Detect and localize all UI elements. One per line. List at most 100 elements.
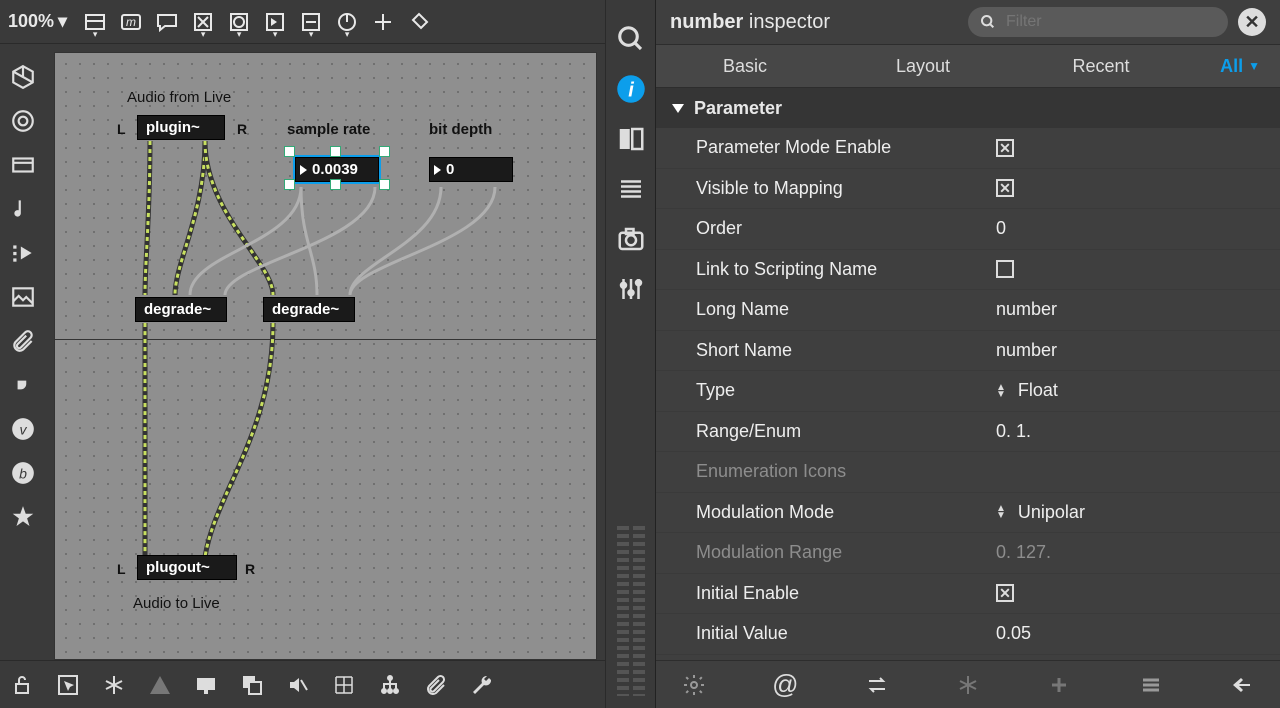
search-icon[interactable] — [616, 24, 646, 54]
at-icon[interactable]: @ — [771, 671, 799, 699]
inspector-row[interactable]: Long Namenumber — [656, 290, 1280, 331]
layers-icon[interactable] — [238, 671, 266, 699]
node-number-sr[interactable]: 0.0039 — [295, 157, 379, 182]
inspector-row[interactable]: Type▲▼Float — [656, 371, 1280, 412]
row-value[interactable] — [996, 179, 1280, 197]
inspector-search[interactable] — [968, 7, 1228, 37]
tab-basic[interactable]: Basic — [656, 45, 834, 87]
row-value[interactable]: 0. 1. — [996, 421, 1280, 442]
inspector-row[interactable]: Initial Value0.05 — [656, 614, 1280, 655]
row-value[interactable] — [996, 260, 1280, 278]
checkbox[interactable] — [996, 139, 1014, 157]
star-icon[interactable] — [8, 502, 38, 532]
inspector-row[interactable]: Parameter Mode Enable — [656, 128, 1280, 169]
checkbox[interactable] — [996, 260, 1014, 278]
stepper-icon[interactable]: ▲▼ — [996, 384, 1006, 398]
plus-icon[interactable] — [1045, 671, 1073, 699]
panel-icon[interactable] — [8, 150, 38, 180]
inspector-search-input[interactable] — [1004, 12, 1216, 32]
presentation-icon[interactable] — [192, 671, 220, 699]
sliders-icon[interactable] — [616, 274, 646, 304]
inspector-row[interactable]: Range/Enum0. 1. — [656, 412, 1280, 453]
inspector-row[interactable]: Modulation Mode▲▼Unipolar — [656, 493, 1280, 534]
label-audio-to: Audio to Live — [133, 595, 220, 612]
split-view-icon[interactable] — [616, 124, 646, 154]
inspector-row[interactable]: Visible to Mapping — [656, 169, 1280, 210]
row-value[interactable]: 0. 127. — [996, 542, 1280, 563]
zoom-dropdown[interactable]: 100% ▾ — [8, 11, 67, 32]
cube-icon[interactable] — [8, 62, 38, 92]
tab-all[interactable]: All ▼ — [1190, 45, 1280, 87]
slider-obj-icon[interactable]: ▾ — [295, 6, 327, 38]
number-obj-icon[interactable]: ▾ — [259, 6, 291, 38]
row-value[interactable]: 0.05 — [996, 623, 1280, 644]
chevron-down-icon: ▾ — [201, 29, 206, 40]
back-arrow-icon[interactable] — [1228, 671, 1256, 699]
row-value[interactable]: number — [996, 299, 1280, 320]
play-list-icon[interactable] — [8, 238, 38, 268]
row-value[interactable] — [996, 139, 1280, 157]
node-degrade-r[interactable]: degrade~ — [263, 297, 355, 322]
message-box-icon[interactable]: m — [115, 6, 147, 38]
disclosure-triangle-icon — [672, 104, 684, 113]
b-circle-icon[interactable]: b — [8, 458, 38, 488]
bucket-icon[interactable] — [403, 6, 435, 38]
inspector-row[interactable]: Short Namenumber — [656, 331, 1280, 372]
inspector-row[interactable]: Enumeration Icons — [656, 452, 1280, 493]
list-icon[interactable] — [616, 174, 646, 204]
plug-icon[interactable] — [8, 370, 38, 400]
button-obj-icon[interactable]: ▾ — [223, 6, 255, 38]
inspector-row[interactable]: Modulation Range0. 127. — [656, 533, 1280, 574]
node-number-bd[interactable]: 0 — [429, 157, 513, 182]
row-key: Initial Enable — [696, 583, 996, 604]
swap-icon[interactable] — [863, 671, 891, 699]
close-icon[interactable]: ✕ — [1238, 8, 1266, 36]
info-icon[interactable]: i — [616, 74, 646, 104]
node-degrade-l[interactable]: degrade~ — [135, 297, 227, 322]
comment-icon[interactable] — [151, 6, 183, 38]
checkbox[interactable] — [996, 584, 1014, 602]
toggle-icon[interactable]: ▾ — [187, 6, 219, 38]
node-plugout[interactable]: plugout~ — [137, 555, 237, 580]
tab-layout[interactable]: Layout — [834, 45, 1012, 87]
inspector-row[interactable]: Initial Enable — [656, 574, 1280, 615]
grid-icon[interactable] — [330, 671, 358, 699]
stepper-icon[interactable]: ▲▼ — [996, 505, 1006, 519]
warning-icon[interactable] — [146, 671, 174, 699]
checkbox[interactable] — [996, 179, 1014, 197]
inspector-row[interactable]: Order0 — [656, 209, 1280, 250]
presentation-mode-icon[interactable]: ▾ — [79, 6, 111, 38]
row-value[interactable]: ▲▼Unipolar — [996, 502, 1280, 523]
inspector-row[interactable]: Link to Scripting Name — [656, 250, 1280, 291]
row-value[interactable] — [996, 584, 1280, 602]
paperclip-icon[interactable] — [422, 671, 450, 699]
v-circle-icon[interactable]: v — [8, 414, 38, 444]
attachment-icon[interactable] — [8, 326, 38, 356]
tab-recent[interactable]: Recent — [1012, 45, 1190, 87]
menu-icon[interactable] — [1137, 671, 1165, 699]
row-key: Initial Value — [696, 623, 996, 644]
row-key: Range/Enum — [696, 421, 996, 442]
inspector-section-parameter[interactable]: Parameter — [656, 88, 1280, 128]
freeze-icon[interactable] — [954, 671, 982, 699]
pointer-icon[interactable] — [54, 671, 82, 699]
row-value[interactable]: ▲▼Float — [996, 380, 1280, 401]
row-value[interactable]: 0 — [996, 218, 1280, 239]
patcher-canvas[interactable]: Audio from Live L R sample rate bit dept… — [54, 52, 597, 660]
row-key: Enumeration Icons — [696, 461, 996, 482]
target-icon[interactable] — [8, 106, 38, 136]
mute-icon[interactable] — [284, 671, 312, 699]
snowflake-icon[interactable] — [100, 671, 128, 699]
patcher-bottom-toolbar — [0, 660, 605, 708]
hierarchy-icon[interactable] — [376, 671, 404, 699]
dial-obj-icon[interactable]: ▾ — [331, 6, 363, 38]
camera-icon[interactable] — [616, 224, 646, 254]
add-icon[interactable] — [367, 6, 399, 38]
row-value[interactable]: number — [996, 340, 1280, 361]
note-icon[interactable] — [8, 194, 38, 224]
node-plugin[interactable]: plugin~ — [137, 115, 225, 140]
wrench-icon[interactable] — [468, 671, 496, 699]
image-icon[interactable] — [8, 282, 38, 312]
lock-icon[interactable] — [8, 671, 36, 699]
gear-icon[interactable] — [680, 671, 708, 699]
